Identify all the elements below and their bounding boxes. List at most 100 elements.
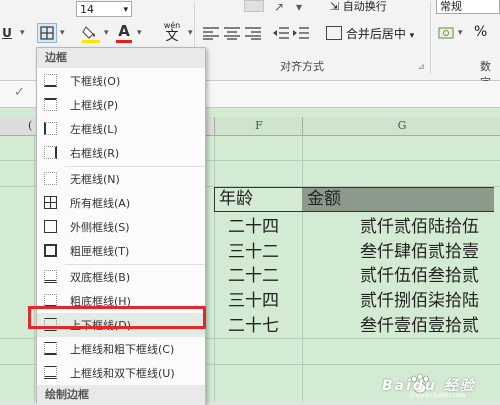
number-format-value: 常规 bbox=[440, 0, 462, 13]
wrap-text-button[interactable]: ⇲ 自动换行 bbox=[330, 0, 387, 14]
menu-item-label: 粗匣框线(T) bbox=[70, 245, 130, 258]
menu-item-label: 无框线(N) bbox=[70, 173, 120, 186]
font-color-letter: A bbox=[118, 22, 130, 40]
fill-color-button[interactable] bbox=[80, 22, 102, 44]
decrease-indent-button[interactable] bbox=[272, 26, 290, 40]
menu-item-label: 上框线和粗下框线(C) bbox=[70, 343, 175, 356]
menu-item-label: 双底框线(B) bbox=[70, 271, 131, 284]
chevron-down-icon[interactable]: ▾ bbox=[104, 28, 109, 38]
table-cell[interactable]: 二十二 bbox=[228, 263, 279, 289]
align-bottom-button[interactable] bbox=[244, 0, 264, 12]
watermark-logo: Baidu 经验 jingyan.baidu.com bbox=[382, 372, 494, 399]
header-cell-amount[interactable]: 金额 bbox=[307, 186, 341, 212]
menu-item-top-border[interactable]: 上框线(P) bbox=[37, 93, 205, 117]
menu-item-label: 右框线(R) bbox=[70, 147, 120, 160]
menu-item-top-and-double-bottom-border[interactable]: 上框线和双下框线(U) bbox=[37, 361, 205, 385]
orientation-icon[interactable]: ↗ bbox=[274, 0, 284, 14]
currency-icon bbox=[438, 27, 454, 39]
font-size-value: 14 bbox=[80, 3, 94, 16]
menu-item-double-bottom-border[interactable]: 双底框线(B) bbox=[37, 265, 205, 289]
table-cell[interactable]: 叁仟肆佰贰拾壹 bbox=[360, 239, 479, 265]
table-cell[interactable]: 二十七 bbox=[228, 313, 279, 339]
menu-item-right-border[interactable]: 右框线(R) bbox=[37, 141, 205, 165]
top-border-icon bbox=[44, 98, 57, 111]
right-border-icon bbox=[44, 146, 57, 159]
font-color-swatch bbox=[116, 40, 132, 43]
chevron-down-icon[interactable]: ▾ bbox=[137, 28, 142, 38]
merge-center-button[interactable]: 合并后居中 ▾ bbox=[326, 25, 414, 42]
table-cell[interactable]: 贰仟贰佰陆拾伍 bbox=[360, 214, 479, 240]
header-cell-age[interactable]: 年龄 bbox=[219, 186, 253, 212]
outside-borders-icon bbox=[44, 220, 57, 233]
table-header-row: 年龄 金额 bbox=[214, 187, 494, 212]
menu-item-thick-box-border[interactable]: 粗匣框线(T) bbox=[37, 239, 205, 263]
table-cell[interactable]: 贰仟捌佰柒拾陆 bbox=[360, 288, 479, 314]
menu-item-outside-borders[interactable]: 外侧框线(S) bbox=[37, 215, 205, 239]
chevron-down-icon[interactable]: ▾ bbox=[20, 28, 25, 38]
increase-indent-icon bbox=[293, 27, 309, 39]
top-and-thick-bottom-border-icon bbox=[44, 342, 57, 355]
menu-item-no-border[interactable]: 无框线(N) bbox=[37, 167, 205, 191]
percent-button[interactable]: % bbox=[474, 24, 487, 40]
chevron-down-icon[interactable]: ▾ bbox=[458, 28, 463, 38]
paint-bucket-icon bbox=[82, 26, 100, 43]
thick-box-border-icon bbox=[44, 244, 57, 257]
font-size-box[interactable]: 14 ▾ bbox=[76, 1, 132, 17]
align-left-button[interactable] bbox=[202, 26, 220, 40]
menu-section-draw: 绘制边框 bbox=[37, 385, 205, 405]
align-right-icon bbox=[245, 27, 261, 40]
table-cell[interactable]: 叁仟壹佰壹拾贰 bbox=[360, 313, 479, 339]
menu-item-top-and-thick-bottom-border[interactable]: 上框线和粗下框线(C) bbox=[37, 337, 205, 361]
column-c-label: ( bbox=[28, 119, 33, 132]
decrease-indent-icon bbox=[273, 27, 289, 39]
bottom-border-icon bbox=[44, 74, 57, 87]
table-cell[interactable]: 三十二 bbox=[228, 239, 279, 265]
chevron-down-icon: ▾ bbox=[409, 31, 415, 41]
top-and-double-bottom-border-icon bbox=[44, 366, 57, 379]
borders-dropdown-chevron-icon[interactable]: ▾ bbox=[60, 28, 65, 38]
borders-dropdown-menu: 边框 下框线(O) 上框线(P) 左框线(L) 右框线(R) 无框线(N) 所有… bbox=[36, 47, 206, 405]
align-right-button[interactable] bbox=[244, 26, 262, 40]
gridline bbox=[302, 136, 303, 401]
chevron-down-icon[interactable]: ▾ bbox=[296, 0, 302, 14]
menu-item-label: 外侧框线(S) bbox=[70, 221, 130, 234]
currency-format-button[interactable] bbox=[438, 24, 454, 42]
menu-item-bottom-border[interactable]: 下框线(O) bbox=[37, 69, 205, 93]
wrap-text-icon: ⇲ bbox=[330, 0, 340, 13]
alignment-group-title: 对齐方式 bbox=[280, 60, 324, 73]
table-cell[interactable]: 二十四 bbox=[228, 214, 279, 240]
align-center-button[interactable] bbox=[223, 26, 241, 40]
highlight-box bbox=[28, 306, 206, 329]
menu-item-left-border[interactable]: 左框线(L) bbox=[37, 117, 205, 141]
chevron-down-icon: ▾ bbox=[123, 5, 128, 15]
dialog-launcher-icon[interactable]: ⊿ bbox=[418, 62, 425, 71]
watermark-subtext: jingyan.baidu.com bbox=[410, 392, 466, 399]
gridline bbox=[34, 136, 35, 401]
column-header-f[interactable]: F bbox=[214, 117, 303, 136]
menu-item-label: 下框线(O) bbox=[70, 75, 121, 88]
ribbon-separator bbox=[430, 2, 431, 74]
menu-item-label: 上框线(P) bbox=[70, 99, 119, 112]
menu-item-all-borders[interactable]: 所有框线(A) bbox=[37, 191, 205, 215]
phonetic-char-icon: 文 bbox=[165, 29, 179, 44]
underline-button[interactable]: U bbox=[0, 24, 14, 42]
borders-button[interactable] bbox=[37, 23, 57, 43]
phonetic-button[interactable]: wén 文 bbox=[158, 21, 186, 45]
table-cell[interactable]: 三十四 bbox=[228, 288, 279, 314]
chevron-down-icon[interactable]: ▾ bbox=[188, 28, 193, 38]
increase-indent-button[interactable] bbox=[292, 26, 310, 40]
table-cell[interactable]: 贰仟伍佰叁拾贰 bbox=[360, 263, 479, 289]
left-border-icon bbox=[44, 122, 57, 135]
menu-section-border: 边框 bbox=[37, 48, 205, 68]
column-header-g[interactable]: G bbox=[302, 117, 500, 136]
double-bottom-border-icon bbox=[44, 270, 57, 283]
gridline bbox=[214, 136, 215, 401]
align-left-icon bbox=[203, 27, 219, 40]
all-borders-icon bbox=[44, 196, 57, 209]
menu-item-label: 左框线(L) bbox=[70, 123, 118, 136]
font-color-button[interactable]: A bbox=[114, 22, 134, 44]
check-icon[interactable]: ✓ bbox=[14, 85, 25, 100]
menu-item-label: 所有框线(A) bbox=[70, 197, 131, 210]
number-format-box[interactable]: 常规 bbox=[436, 0, 500, 14]
borders-icon bbox=[40, 26, 54, 40]
